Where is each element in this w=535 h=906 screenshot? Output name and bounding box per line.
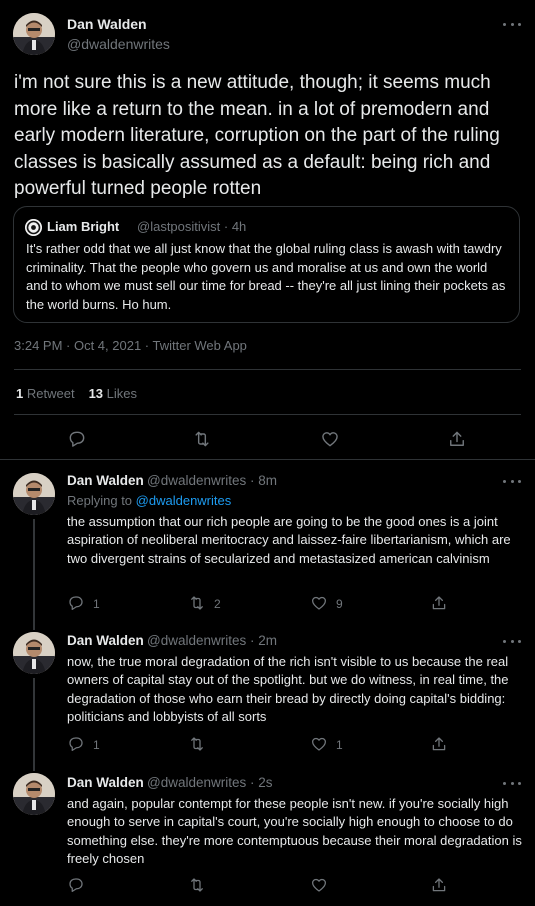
quote-text: It's rather odd that we all just know th… — [26, 241, 506, 312]
like-icon[interactable] — [310, 876, 328, 894]
tweet-timestamp[interactable]: 3:24 PM · Oct 4, 2021 · Twitter Web App — [14, 338, 247, 353]
twitter-thread: Dan Walden @dwaldenwrites i'm not sure t… — [0, 0, 535, 906]
retweet-icon[interactable] — [188, 594, 206, 612]
reply-icon[interactable] — [67, 429, 87, 449]
reply-tweet[interactable]: Dan Walden @dwaldenwrites · 2s and again… — [0, 763, 535, 904]
retweets-label: Retweet — [26, 386, 75, 401]
replying-prefix: Replying to — [67, 493, 133, 508]
thread-line — [33, 763, 35, 771]
like-icon[interactable] — [320, 429, 340, 449]
thread-line — [33, 622, 35, 630]
author-handle[interactable]: @dwaldenwrites · 2m — [147, 633, 277, 648]
avatar[interactable] — [13, 773, 55, 815]
retweet-count: 2 — [214, 597, 221, 611]
quoted-tweet[interactable]: Liam Bright @lastpositivist · 4h It's ra… — [13, 206, 520, 323]
retweet-icon[interactable] — [188, 876, 206, 894]
reply-text: now, the true moral degradation of the r… — [67, 654, 509, 724]
retweets-stat[interactable]: 1 Retweet — [16, 386, 75, 401]
reply-count: 1 — [93, 597, 100, 611]
reply-icon[interactable] — [67, 876, 85, 894]
main-tweet: Dan Walden @dwaldenwrites i'm not sure t… — [0, 0, 535, 460]
reply-count: 1 — [93, 738, 100, 752]
author-handle[interactable]: @dwaldenwrites · 8m — [147, 473, 277, 488]
avatar[interactable] — [13, 632, 55, 674]
thread-line — [33, 678, 35, 763]
likes-label: Likes — [106, 386, 138, 401]
reply-tweet[interactable]: Dan Walden @dwaldenwrites · 8m Replying … — [0, 461, 535, 622]
author-handle[interactable]: @dwaldenwrites · 2s — [147, 775, 273, 790]
author-name[interactable]: Dan Walden — [67, 775, 144, 790]
reply-text: the assumption that our rich people are … — [67, 514, 511, 566]
like-icon[interactable] — [310, 594, 328, 612]
like-icon[interactable] — [310, 735, 328, 753]
replying-handle[interactable]: @dwaldenwrites — [136, 493, 232, 508]
author-name[interactable]: Dan Walden — [67, 473, 144, 488]
reply-icon[interactable] — [67, 594, 85, 612]
author-name[interactable]: Dan Walden — [67, 16, 147, 32]
avatar[interactable] — [13, 473, 55, 515]
avatar[interactable] — [13, 13, 55, 55]
reply-icon[interactable] — [67, 735, 85, 753]
thread-line — [33, 519, 35, 622]
likes-count: 13 — [88, 386, 104, 401]
more-icon[interactable] — [503, 638, 521, 644]
more-icon[interactable] — [503, 21, 521, 27]
share-icon[interactable] — [430, 876, 448, 894]
more-icon[interactable] — [503, 478, 521, 484]
likes-stat[interactable]: 13 Likes — [89, 386, 137, 401]
reply-tweet[interactable]: Dan Walden @dwaldenwrites · 2m now, the … — [0, 622, 535, 763]
share-icon[interactable] — [447, 429, 467, 449]
quote-author-name: Liam Bright — [47, 219, 120, 234]
like-count: 9 — [336, 597, 343, 611]
author-name[interactable]: Dan Walden — [67, 633, 144, 648]
divider — [14, 414, 521, 415]
retweets-count: 1 — [16, 386, 24, 401]
quote-avatar — [25, 219, 42, 236]
divider — [14, 369, 521, 370]
reply-text: and again, popular contempt for these pe… — [67, 796, 522, 866]
author-handle[interactable]: @dwaldenwrites — [67, 36, 170, 52]
quote-author-meta: @lastpositivist · 4h — [137, 219, 247, 234]
more-icon[interactable] — [503, 780, 521, 786]
engagement-stats: 1 Retweet 13 Likes — [16, 386, 137, 401]
replying-to: Replying to @dwaldenwrites — [67, 493, 231, 508]
like-count: 1 — [336, 738, 343, 752]
tweet-text: i'm not sure this is a new attitude, tho… — [14, 72, 500, 199]
share-icon[interactable] — [430, 735, 448, 753]
retweet-icon[interactable] — [188, 735, 206, 753]
retweet-icon[interactable] — [192, 429, 212, 449]
share-icon[interactable] — [430, 594, 448, 612]
